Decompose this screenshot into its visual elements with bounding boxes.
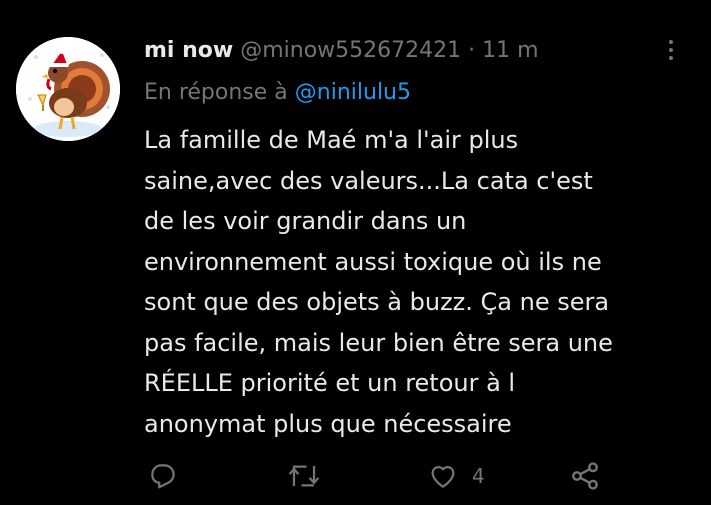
tweet-text-line: environnement aussi toxique où ils ne [144, 247, 602, 276]
timestamp[interactable]: 11 m [482, 38, 538, 63]
share-button[interactable] [569, 456, 601, 496]
tweet-text-line: anonymat plus que nécessaire [144, 409, 512, 438]
retweet-icon [288, 465, 320, 487]
turkey-avatar-image [16, 37, 120, 141]
tweet-text-line: saine,avec des valeurs...La cata c'est [144, 166, 593, 195]
reply-prefix: En réponse à [144, 80, 288, 105]
share-icon [572, 462, 598, 490]
avatar[interactable] [16, 37, 120, 141]
like-count: 4 [472, 464, 485, 488]
user-handle[interactable]: @minow552672421 [240, 38, 461, 63]
tweet-text-line: de les voir grandir dans un [144, 207, 467, 235]
tweet-text-line: RÉELLE priorité et un retour à l [144, 369, 516, 397]
reply-context: En réponse à @ninilulu5 [144, 77, 411, 109]
like-button[interactable]: 4 [428, 456, 485, 496]
reply-icon [151, 464, 175, 489]
more-options-icon[interactable] [660, 34, 682, 66]
tweet-text-line: La famille de Maé m'a l'air plus [144, 126, 519, 154]
retweet-button[interactable] [287, 456, 321, 496]
tweet-header: mi now @minow552672421 · 11 m [144, 35, 539, 67]
tweet-text-line: pas facile, mais leur bien être sera une [144, 328, 613, 357]
heart-icon [431, 466, 455, 488]
display-name[interactable]: mi now [144, 38, 233, 63]
tweet-text-line: sont que des objets à buzz. Ça ne sera [144, 288, 610, 316]
reply-mention-link[interactable]: @ninilulu5 [295, 80, 411, 105]
reply-button[interactable] [148, 456, 178, 496]
separator-dot: · [468, 38, 476, 63]
tweet-text: La famille de Maé m'a l'air plus saine,a… [144, 120, 684, 444]
tweet-actions: 4 [0, 456, 711, 496]
